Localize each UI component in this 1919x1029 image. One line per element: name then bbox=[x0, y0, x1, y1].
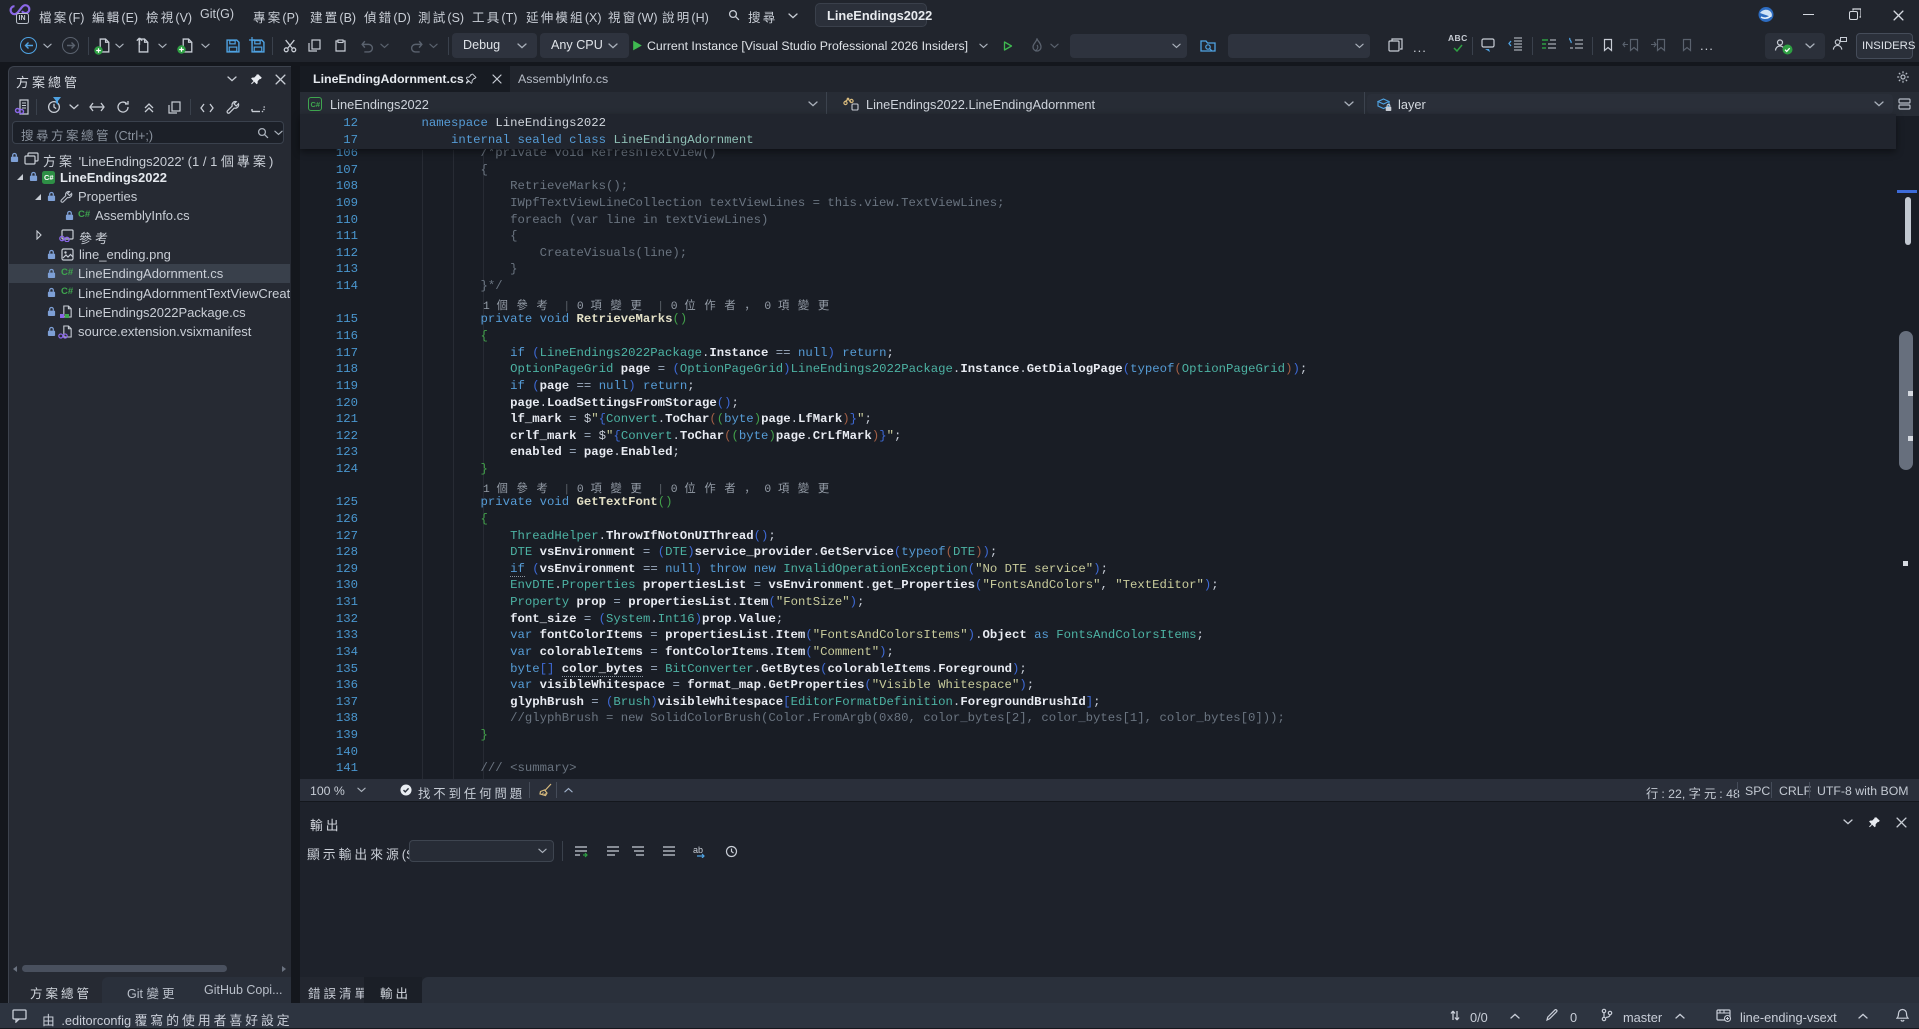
svg-text:ab: ab bbox=[693, 845, 703, 855]
